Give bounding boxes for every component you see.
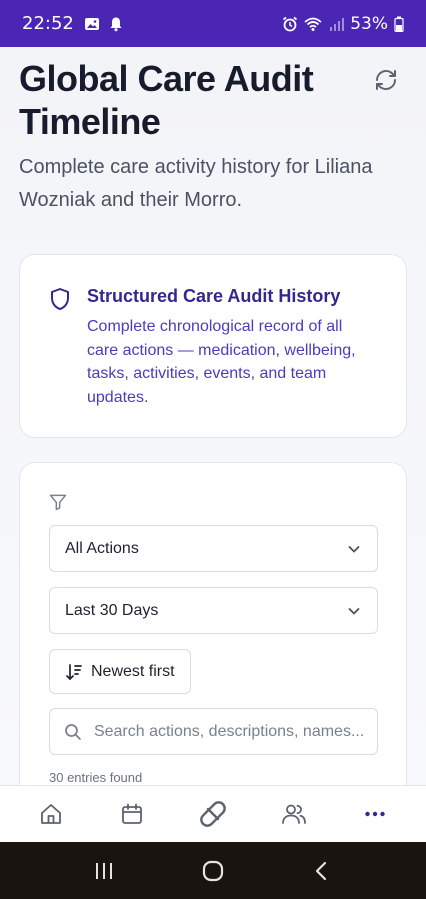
page-title: Global Care Audit Timeline	[19, 58, 314, 142]
bottom-nav	[0, 785, 426, 842]
search-box[interactable]	[49, 708, 378, 755]
action-filter-select[interactable]: All Actions	[49, 525, 378, 572]
entries-count: 30 entries found	[49, 770, 143, 785]
android-navigation-bar	[0, 842, 426, 899]
back-button[interactable]	[302, 851, 342, 891]
notification-bell-icon	[110, 17, 122, 31]
status-bar: 22:52 53%	[0, 0, 426, 47]
nav-team[interactable]	[269, 789, 319, 839]
chevron-down-icon	[348, 607, 360, 615]
image-icon	[84, 17, 99, 30]
sort-order-button[interactable]: Newest first	[49, 649, 191, 694]
status-right: 53%	[282, 14, 404, 34]
home-button[interactable]	[193, 851, 233, 891]
date-range-value: Last 30 Days	[65, 601, 159, 619]
calendar-icon	[121, 803, 142, 824]
action-filter-value: All Actions	[65, 539, 139, 557]
back-icon	[315, 861, 326, 880]
search-icon	[65, 723, 81, 740]
filter-icon	[49, 494, 67, 511]
more-icon	[365, 811, 386, 817]
battery-percent: 53%	[350, 13, 388, 34]
audit-info-card: Structured Care Audit History Complete c…	[19, 254, 407, 438]
search-input[interactable]	[93, 722, 363, 741]
nav-more[interactable]	[350, 789, 400, 839]
nav-medication[interactable]	[188, 789, 238, 839]
sort-order-label: Newest first	[91, 662, 175, 680]
audit-card-description: Complete chronological record of all car…	[87, 318, 356, 406]
chevron-down-icon	[348, 545, 360, 553]
wifi-icon	[304, 17, 322, 31]
alarm-icon	[283, 16, 298, 31]
battery-icon	[394, 16, 404, 32]
recents-icon	[96, 862, 113, 879]
sort-descending-icon	[66, 663, 82, 680]
audit-card-title: Structured Care Audit History	[87, 286, 341, 306]
refresh-button[interactable]	[371, 65, 401, 95]
filter-card: All Actions Last 30 Days Newest first 30…	[19, 462, 407, 785]
refresh-icon	[376, 70, 396, 90]
users-icon	[282, 804, 307, 824]
pill-icon	[200, 801, 226, 827]
nav-home[interactable]	[26, 789, 76, 839]
date-range-select[interactable]: Last 30 Days	[49, 587, 378, 634]
recents-button[interactable]	[84, 851, 124, 891]
main-content[interactable]: Global Care Audit Timeline Complete care…	[0, 47, 426, 785]
nav-calendar[interactable]	[107, 789, 157, 839]
page-subtitle: Complete care activity history for Lilia…	[19, 156, 373, 211]
status-left-icons	[84, 16, 124, 32]
status-time: 22:52	[22, 13, 74, 34]
home-circle-icon	[202, 860, 224, 881]
shield-icon	[51, 288, 69, 310]
home-icon	[40, 804, 61, 824]
signal-icon	[330, 17, 345, 31]
